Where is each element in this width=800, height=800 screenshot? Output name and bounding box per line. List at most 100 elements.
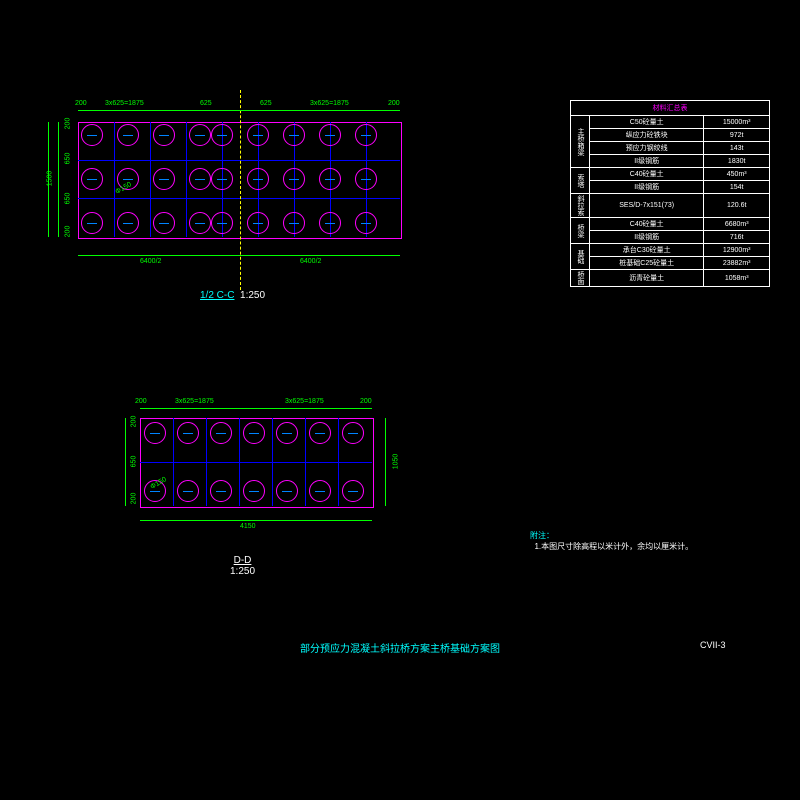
dim-dd-span2: 3x625=1875 xyxy=(285,398,324,405)
pile-icon xyxy=(243,422,265,444)
pile-icon xyxy=(319,124,341,146)
dim-cc-v200b: 200 xyxy=(64,226,71,238)
pile-icon xyxy=(355,212,377,234)
pile-icon xyxy=(117,124,139,146)
notes-heading: 附注： xyxy=(530,531,554,540)
pile-icon xyxy=(247,168,269,190)
table-category: 斜拉索 xyxy=(571,194,590,218)
pile-icon xyxy=(355,168,377,190)
table-cell-name: 承台C30砼量土 xyxy=(590,244,704,257)
view-dd-label: D-D 1:250 xyxy=(230,555,255,577)
table-cell-name: II级钢筋 xyxy=(590,181,704,194)
dim-dd-200r: 200 xyxy=(360,398,372,405)
pile-icon xyxy=(247,124,269,146)
table-cell-name: 桩基础C25砼量土 xyxy=(590,257,704,270)
pile-icon xyxy=(81,212,103,234)
pile-icon xyxy=(243,480,265,502)
pile-icon xyxy=(210,422,232,444)
table-cell-name: 预应力钢绞线 xyxy=(590,142,704,155)
dim-dd-v650: 650 xyxy=(130,456,137,468)
table-category: 主桥箱梁 xyxy=(571,116,590,168)
table-cell-name: 纵应力砼铁块 xyxy=(590,129,704,142)
sheet-number: CVII-3 xyxy=(700,640,726,650)
pile-icon xyxy=(355,124,377,146)
table-cell-name: C50砼量土 xyxy=(590,116,704,129)
table-cell-name: II级钢筋 xyxy=(590,155,704,168)
pile-icon xyxy=(342,422,364,444)
table-cell-value: 972t xyxy=(704,129,770,142)
pile-icon xyxy=(283,124,305,146)
pile-icon xyxy=(153,168,175,190)
table-cell-name: C40砼量土 xyxy=(590,218,704,231)
table-cell-value: 1830t xyxy=(704,155,770,168)
pile-icon xyxy=(276,422,298,444)
pile-icon xyxy=(177,480,199,502)
pile-icon xyxy=(153,212,175,234)
pile-icon xyxy=(283,168,305,190)
pile-icon xyxy=(211,124,233,146)
drawing-title: 部分预应力混凝土斜拉桥方案主桥基础方案图 xyxy=(300,640,500,655)
table-cell-value: 1058m³ xyxy=(704,270,770,287)
table-cell-value: 154t xyxy=(704,181,770,194)
dim-cc-625b: 625 xyxy=(260,100,272,107)
table-category: 索塔 xyxy=(571,168,590,194)
pile-icon xyxy=(276,480,298,502)
dim-cc-vtotal: 1500 xyxy=(46,171,53,187)
pile-icon xyxy=(319,168,341,190)
dim-cc-span2: 3x625=1875 xyxy=(310,100,349,107)
pile-icon xyxy=(189,212,211,234)
note-line-1: 1.本图尺寸除高程以米计外，余均以厘米计。 xyxy=(534,542,693,551)
pile-icon xyxy=(144,422,166,444)
table-cell-value: 6680m³ xyxy=(704,218,770,231)
pile-icon xyxy=(309,422,331,444)
table-title: 材料汇总表 xyxy=(571,101,770,116)
dim-dd-vtotal: 1050 xyxy=(392,454,399,470)
dim-dd-span1: 3x625=1875 xyxy=(175,398,214,405)
pile-icon xyxy=(309,480,331,502)
centerline-cc xyxy=(240,90,241,290)
table-cell-value: 12900m³ xyxy=(704,244,770,257)
view-cc-label: 1/2 C-C 1:250 xyxy=(200,290,265,301)
dim-cc-v650a: 650 xyxy=(64,153,71,165)
dim-dd-v200b: 200 xyxy=(130,493,137,505)
table-cell-value: 15000m³ xyxy=(704,116,770,129)
dim-cc-v650b: 650 xyxy=(64,193,71,205)
dim-dd-200l: 200 xyxy=(135,398,147,405)
dim-cc-200l: 200 xyxy=(75,100,87,107)
table-cell-value: 120.6t xyxy=(704,194,770,218)
dim-dd-bottom: 4150 xyxy=(240,523,256,530)
pile-icon xyxy=(81,124,103,146)
table-cell-value: 143t xyxy=(704,142,770,155)
pile-icon xyxy=(117,212,139,234)
table-cell-value: 716t xyxy=(704,231,770,244)
dim-cc-bot1: 6400/2 xyxy=(140,258,161,265)
pile-icon xyxy=(81,168,103,190)
table-cell-name: C40砼量土 xyxy=(590,168,704,181)
table-category: 基础 xyxy=(571,244,590,270)
pile-icon xyxy=(189,168,211,190)
table-cell-value: 23882m³ xyxy=(704,257,770,270)
pile-icon xyxy=(211,212,233,234)
table-cell-name: SES/D-7x151(73) xyxy=(590,194,704,218)
dim-cc-bot2: 6400/2 xyxy=(300,258,321,265)
dim-cc-v200t: 200 xyxy=(64,118,71,130)
pile-icon xyxy=(319,212,341,234)
pile-icon xyxy=(211,168,233,190)
materials-table: 材料汇总表 主桥箱梁C50砼量土15000m³纵应力砼铁块972t预应力钢绞线1… xyxy=(570,100,770,287)
pile-icon xyxy=(189,124,211,146)
pile-icon xyxy=(210,480,232,502)
pile-icon xyxy=(283,212,305,234)
dim-cc-625a: 625 xyxy=(200,100,212,107)
dim-cc-200r: 200 xyxy=(388,100,400,107)
dim-cc-span1: 3x625=1875 xyxy=(105,100,144,107)
dim-dd-v200t: 200 xyxy=(130,416,137,428)
pile-icon xyxy=(177,422,199,444)
table-cell-name: II级钢筋 xyxy=(590,231,704,244)
pile-icon xyxy=(153,124,175,146)
pile-icon xyxy=(247,212,269,234)
table-category: 桥面 xyxy=(571,270,590,287)
table-category: 桥梁 xyxy=(571,218,590,244)
pile-icon xyxy=(342,480,364,502)
table-cell-name: 沥青砼量土 xyxy=(590,270,704,287)
table-cell-value: 450m³ xyxy=(704,168,770,181)
